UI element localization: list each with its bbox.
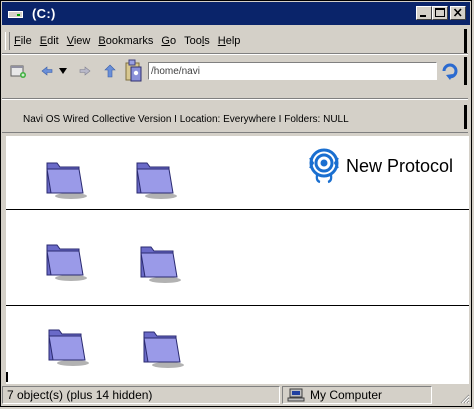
status-bar: 7 object(s) (plus 14 hidden) My Computer xyxy=(2,386,472,406)
drive-icon xyxy=(8,8,24,20)
info-edge xyxy=(464,105,467,129)
menu-bar: File Edit View Bookmarks Go Tools Help xyxy=(2,31,248,51)
menu-edge xyxy=(464,29,467,53)
toolbar-edge xyxy=(464,57,467,85)
explorer-window: (C:) File Edit View Bookmarks Go Tools H… xyxy=(0,0,472,407)
menu-bookmarks[interactable]: Bookmarks xyxy=(98,35,153,47)
menu-file[interactable]: File xyxy=(14,35,32,47)
cursor-mark xyxy=(6,372,8,382)
folder-icon[interactable] xyxy=(45,322,89,366)
maximize-icon xyxy=(435,8,445,17)
folder-icon[interactable] xyxy=(133,155,177,199)
minimize-button[interactable] xyxy=(416,6,432,20)
window-title: (C:) xyxy=(32,6,56,21)
forward-icon[interactable] xyxy=(79,65,91,77)
folder-icon[interactable] xyxy=(137,239,181,283)
brand-logo: New Protocol xyxy=(306,148,453,184)
folder-icon[interactable] xyxy=(43,155,87,199)
status-location: My Computer xyxy=(282,386,432,404)
folder-icon[interactable] xyxy=(43,237,87,281)
close-button[interactable] xyxy=(450,6,466,20)
folder-icon[interactable] xyxy=(140,324,184,368)
protocol-logo-icon xyxy=(309,148,339,184)
go-icon[interactable] xyxy=(441,61,459,81)
toolbar-separator xyxy=(2,53,468,55)
menu-tools[interactable]: Tools xyxy=(184,35,210,47)
up-icon[interactable] xyxy=(104,64,116,78)
computer-icon xyxy=(287,388,305,402)
address-input[interactable] xyxy=(148,62,437,80)
menu-view[interactable]: View xyxy=(67,35,91,47)
back-dropdown-icon[interactable] xyxy=(59,67,67,75)
minimize-icon xyxy=(420,15,426,17)
close-icon xyxy=(453,8,462,17)
status-location-label: My Computer xyxy=(310,388,383,402)
brand-text: New Protocol xyxy=(346,155,454,176)
info-bar-text: Navi OS Wired Collective Version I Locat… xyxy=(23,114,349,125)
menu-edit[interactable]: Edit xyxy=(40,35,59,47)
menu-help[interactable]: Help xyxy=(218,35,241,47)
content-top-border xyxy=(2,132,468,133)
resize-grip-icon[interactable] xyxy=(458,392,470,404)
back-icon[interactable] xyxy=(41,65,53,77)
status-object-count: 7 object(s) (plus 14 hidden) xyxy=(2,386,280,404)
row-divider xyxy=(6,209,469,210)
window-controls xyxy=(416,6,466,20)
folder-view: New Protocol xyxy=(6,136,469,384)
maximize-button[interactable] xyxy=(432,6,448,20)
folder-home-icon[interactable] xyxy=(123,59,145,83)
menu-grip[interactable] xyxy=(5,32,10,50)
row-divider xyxy=(6,305,469,306)
new-tab-icon[interactable] xyxy=(10,63,28,79)
title-bar[interactable]: (C:) xyxy=(2,2,470,25)
menu-go[interactable]: Go xyxy=(161,35,176,47)
info-separator xyxy=(2,98,468,100)
